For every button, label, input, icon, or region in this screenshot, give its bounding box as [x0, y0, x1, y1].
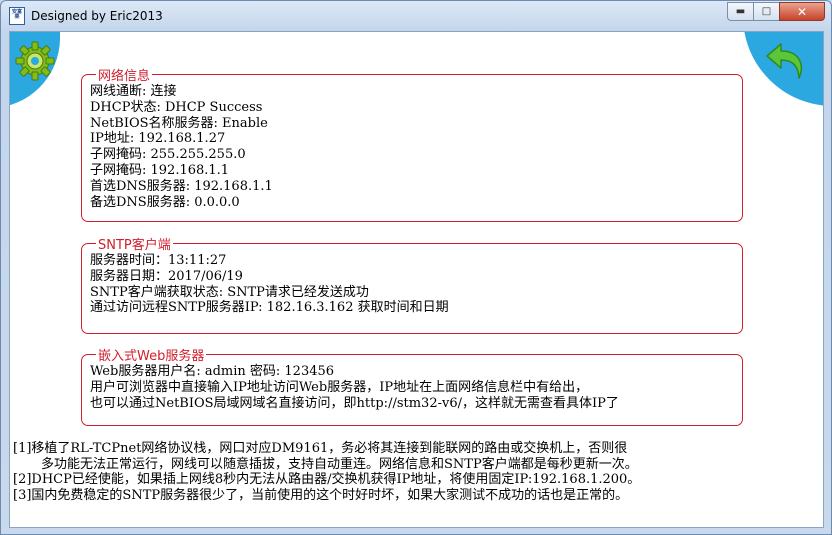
note-2: [2]DHCP已经使能，如果插上网线8秒内无法从路由器/交换机获得IP地址，将使… [13, 472, 641, 487]
app-logo-icon: 安富莱 [9, 7, 25, 25]
sntp-status: SNTP客户端获取状态: SNTP请求已经发送成功 [90, 284, 369, 300]
back-arrow-icon[interactable] [765, 38, 811, 84]
note-1: [1]移植了RL-TCPnet网络协议栈，网口对应DM9161，务必将其连接到能… [13, 441, 628, 456]
window-title: Designed by Eric2013 [31, 9, 163, 23]
title-bar[interactable]: 安富莱 Designed by Eric2013 ▬ □ ✕ [1, 1, 831, 31]
minimize-button[interactable]: ▬ [727, 2, 753, 21]
subnet-mask: 子网掩码: 255.255.255.0 [90, 147, 246, 163]
window-controls: ▬ □ ✕ [727, 2, 825, 21]
web-credentials: Web服务器用户名: admin 密码: 123456 [90, 364, 335, 379]
maximize-icon: □ [761, 6, 772, 17]
sntp-server-ip: 通过访问远程SNTP服务器IP: 182.16.3.162 获取时间和日期 [90, 300, 449, 316]
web-access-hint-1: 用户可浏览器中直接输入IP地址访问Web服务器，IP地址在上面网络信息栏中有给出… [90, 379, 589, 395]
gear-icon[interactable] [14, 40, 56, 82]
link-status: 网线通断: 连接 [90, 84, 177, 99]
primary-dns: 首选DNS服务器: 192.168.1.1 [90, 178, 273, 194]
minimize-icon: ▬ [735, 6, 746, 17]
sntp-client-legend: SNTP客户端 [98, 238, 171, 253]
web-access-hint-2: 也可以通过NetBIOS局域网域名直接访问，即http://stm32-v6/，… [90, 395, 619, 411]
gateway: 子网掩码: 192.168.1.1 [90, 162, 230, 178]
dhcp-status: DHCP状态: DHCP Success [90, 99, 263, 115]
client-area: 网络信息 网线通断: 连接 DHCP状态: DHCP Success NetBI… [9, 31, 824, 528]
note-1-continued: 多功能无法正常运行，网线可以随意插拔，支持自动重连。网络信息和SNTP客户端都是… [41, 456, 638, 472]
sntp-client-group: SNTP客户端 服务器时间：13:11:27 服务器日期：2017/06/19 … [81, 234, 743, 334]
note-3: [3]国内免费稳定的SNTP服务器很少了，当前使用的这个时好时坏，如果大家测试不… [13, 487, 629, 503]
web-server-legend: 嵌入式Web服务器 [98, 349, 205, 364]
server-time: 服务器时间：13:11:27 [90, 253, 227, 268]
close-icon: ✕ [796, 4, 808, 19]
maximize-button[interactable]: □ [753, 2, 779, 21]
netbios-status: NetBIOS名称服务器: Enable [90, 115, 268, 131]
server-date: 服务器日期：2017/06/19 [90, 268, 243, 284]
web-server-group: 嵌入式Web服务器 Web服务器用户名: admin 密码: 123456 用户… [81, 345, 743, 426]
app-window: 安富莱 Designed by Eric2013 ▬ □ ✕ 网络信息 网线通断… [0, 0, 832, 535]
close-button[interactable]: ✕ [779, 2, 825, 21]
notes-section: [1]移植了RL-TCPnet网络协议栈，网口对应DM9161，务必将其连接到能… [13, 441, 640, 503]
network-info-legend: 网络信息 [98, 69, 151, 84]
secondary-dns: 备选DNS服务器: 0.0.0.0 [90, 194, 240, 210]
ip-address: IP地址: 192.168.1.27 [90, 131, 226, 147]
network-info-group: 网络信息 网线通断: 连接 DHCP状态: DHCP Success NetBI… [81, 65, 743, 222]
